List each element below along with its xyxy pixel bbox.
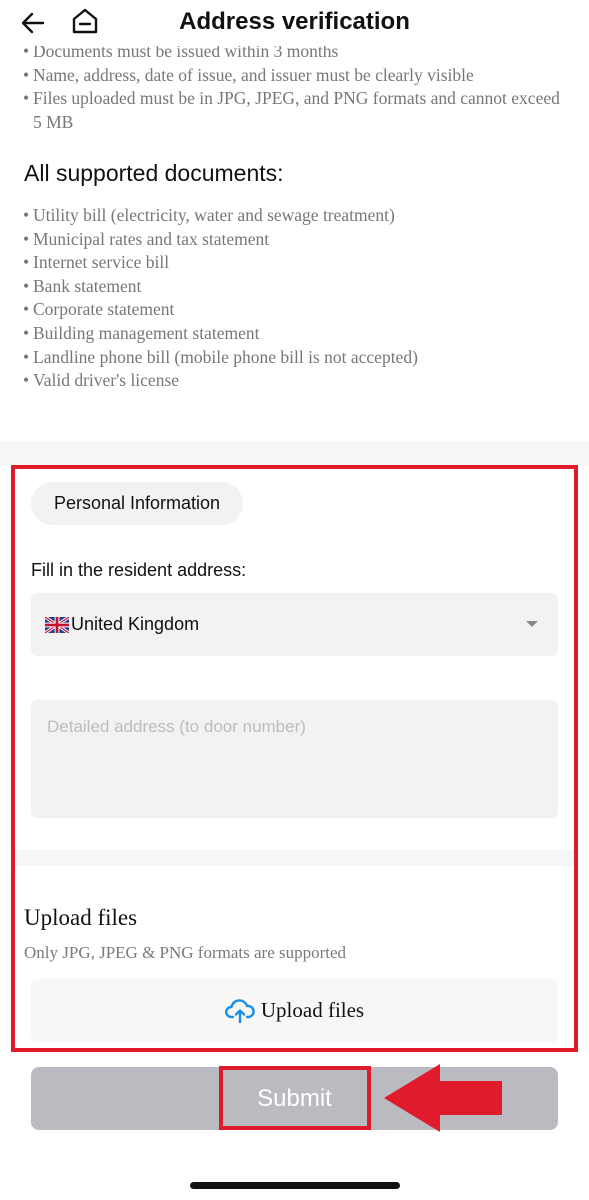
section-divider xyxy=(15,850,574,866)
pointer-arrow-icon xyxy=(384,1064,502,1132)
section-divider xyxy=(0,441,589,465)
document-item: Corporate statement xyxy=(23,298,563,322)
uk-flag-icon xyxy=(45,616,69,633)
document-item: Valid driver's license xyxy=(23,369,563,393)
dropdown-caret-icon xyxy=(526,621,538,627)
document-item: Landline phone bill (mobile phone bill i… xyxy=(23,346,563,370)
requirements-list: Documents must be issued within 3 months… xyxy=(23,40,563,134)
top-bar: Address verification xyxy=(0,0,589,46)
document-item: Bank statement xyxy=(23,275,563,299)
document-item: Building management statement xyxy=(23,322,563,346)
address-label: Fill in the resident address: xyxy=(31,560,247,580)
detailed-address-input[interactable] xyxy=(31,700,558,818)
upload-files-button[interactable]: Upload files xyxy=(31,979,558,1042)
cloud-upload-icon xyxy=(224,998,255,1023)
requirement-item: Files uploaded must be in JPG, JPEG, and… xyxy=(23,87,563,134)
document-item: Internet service bill xyxy=(23,251,563,275)
requirement-item: Name, address, date of issue, and issuer… xyxy=(23,64,563,88)
page-title: Address verification xyxy=(179,8,410,35)
personal-information-tag: Personal Information xyxy=(31,482,243,525)
upload-files-heading: Upload files xyxy=(24,905,138,930)
document-item: Municipal rates and tax statement xyxy=(23,228,563,252)
document-item: Utility bill (electricity, water and sew… xyxy=(23,204,563,228)
upload-format-note: Only JPG, JPEG & PNG formats are support… xyxy=(24,943,347,962)
upload-files-label: Upload files xyxy=(260,998,365,1022)
supported-documents-list: Utility bill (electricity, water and sew… xyxy=(23,204,563,393)
supported-documents-heading: All supported documents: xyxy=(24,160,284,186)
home-indicator xyxy=(190,1182,400,1189)
country-select[interactable]: United Kingdom xyxy=(31,593,558,656)
country-value: United Kingdom xyxy=(71,614,200,634)
